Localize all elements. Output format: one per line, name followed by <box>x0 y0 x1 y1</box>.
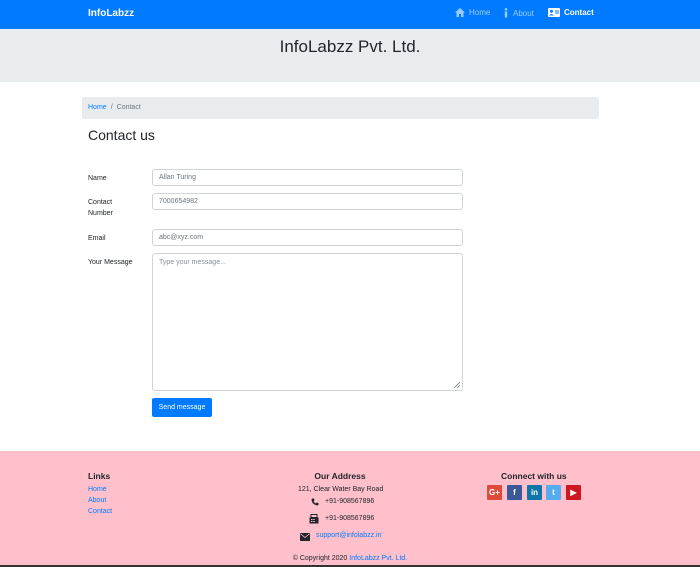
message-placeholder: Type your message... <box>159 259 226 266</box>
page-title: Contact us <box>88 127 155 143</box>
breadcrumb-separator: / <box>110 104 113 111</box>
header-banner: InfoLabzz Pvt. Ltd. <box>0 29 700 82</box>
linkedin-icon[interactable]: in <box>527 485 542 500</box>
twitter-icon[interactable]: t <box>546 485 561 500</box>
footer-link-about[interactable]: About <box>88 497 106 504</box>
fax-icon <box>309 514 319 524</box>
email-input-value: abc@xyz.com <box>159 234 204 241</box>
footer-phone: +91-908567896 <box>325 498 375 505</box>
breadcrumb-home-link[interactable]: Home <box>88 104 107 111</box>
contact-number-label-line2: Number <box>88 210 113 217</box>
name-input[interactable]: Allan Turing <box>152 169 463 186</box>
nav-item-home-label: Home <box>469 8 491 17</box>
email-label: Email <box>88 235 106 242</box>
contact-number-input-value: 7000654982 <box>159 198 198 205</box>
info-icon <box>504 8 508 18</box>
google-plus-icon[interactable]: G+ <box>487 485 502 500</box>
contact-number-label-line1: Contact <box>88 199 113 206</box>
email-input[interactable]: abc@xyz.com <box>152 229 463 246</box>
nav-item-about-label: About <box>513 8 534 18</box>
phone-icon <box>311 498 319 506</box>
name-input-value: Allan Turing <box>159 174 196 181</box>
message-textarea[interactable]: Type your message... <box>152 253 463 391</box>
nav-item-about[interactable]: About <box>503 8 534 18</box>
message-label: Your Message <box>88 259 133 266</box>
breadcrumb-current: Contact <box>116 104 141 111</box>
footer-email-link[interactable]: support@infolabzz.in <box>316 532 381 539</box>
name-label: Name <box>88 175 107 182</box>
home-icon <box>455 8 465 17</box>
envelope-icon <box>300 533 310 541</box>
resize-handle-icon[interactable] <box>453 381 460 388</box>
nav-item-home[interactable]: Home <box>455 8 490 17</box>
copyright: © Copyright 2020 InfoLabzz Pvt. Ltd. <box>0 555 700 562</box>
footer-address: 121, Clear Water Bay Road <box>298 486 384 493</box>
navbar: InfoLabzz Home About Contact <box>0 0 700 29</box>
contact-number-input[interactable]: 7000654982 <box>152 193 463 210</box>
copyright-text: © Copyright 2020 <box>292 555 348 562</box>
company-title: InfoLabzz Pvt. Ltd. <box>279 37 421 56</box>
nav-item-contact-label: Contact <box>564 8 594 17</box>
contact-number-label: Contact Number <box>88 197 113 219</box>
footer-link-home[interactable]: Home <box>88 486 107 493</box>
nav-item-contact[interactable]: Contact <box>548 8 594 17</box>
footer-address-title: Our Address <box>314 471 366 481</box>
footer-links-title: Links <box>88 471 111 481</box>
footer-connect-title: Connect with us <box>501 471 567 481</box>
contact-card-icon <box>548 8 560 17</box>
breadcrumb: Home / Contact <box>82 97 599 119</box>
footer-fax: +91-908567896 <box>325 515 375 522</box>
send-message-button[interactable]: Send message <box>152 398 212 417</box>
navbar-brand[interactable]: InfoLabzz <box>88 8 134 19</box>
footer-link-contact[interactable]: Contact <box>88 508 112 515</box>
copyright-company-link[interactable]: InfoLabzz Pvt. Ltd. <box>349 555 407 562</box>
youtube-icon[interactable]: ▶ <box>566 485 581 500</box>
facebook-icon[interactable]: f <box>507 485 522 500</box>
